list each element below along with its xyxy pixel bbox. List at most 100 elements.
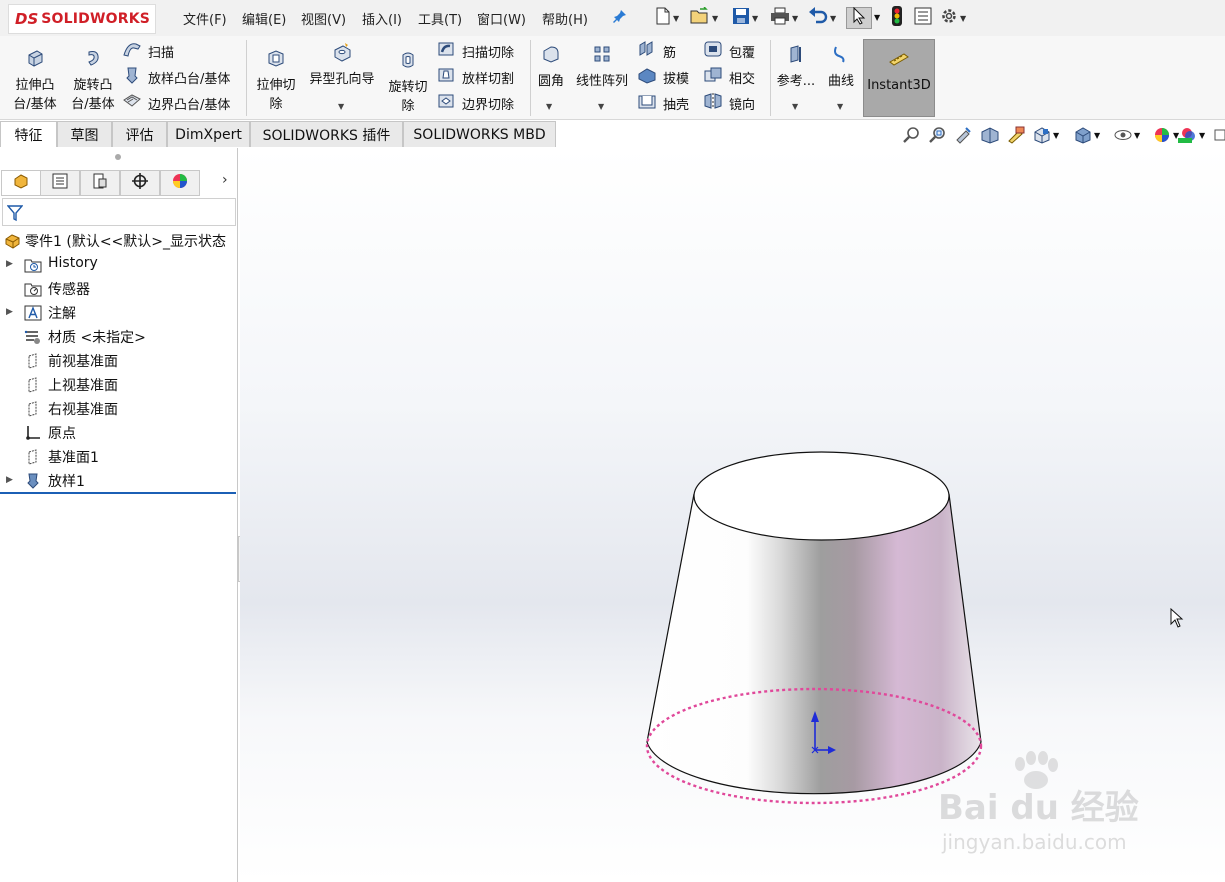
sweep-icon [122,40,142,62]
feature-manager-icon [12,172,30,194]
tree-item-sensors[interactable]: 传感器 [0,277,238,299]
linear-pattern-dropdown-icon[interactable]: ▼ [598,102,604,111]
tab-solidworks-mbd[interactable]: SOLIDWORKS MBD [403,121,556,147]
open-button[interactable]: ▼ [690,6,718,29]
panel-grip-dot[interactable] [115,154,121,160]
menu-file[interactable]: 文件(F) [183,9,227,28]
rollback-bar[interactable] [0,492,236,494]
sweep-cut-button[interactable]: 扫描切除 [436,40,514,62]
new-document-button[interactable]: ▼ [655,7,679,29]
menu-help[interactable]: 帮助(H) [542,9,588,28]
display-style-icon[interactable]: ▼ [1073,124,1100,146]
graphics-area[interactable]: Bai du 经验 jingyan.baidu.com [240,148,1225,882]
revolve-cut-button[interactable]: 旋转切 除 [382,50,434,116]
select-dropdown-icon[interactable]: ▼ [874,13,880,22]
configuration-manager-icon [91,172,109,194]
extrude-cut-button[interactable]: 拉伸切 除 [250,48,302,114]
rebuild-traffic-light-icon [891,6,903,30]
menu-view[interactable]: 视图(V) [301,9,346,28]
boundary-cut-label: 边界切除 [462,97,515,113]
extrude-boss-icon [6,48,64,74]
tab-solidworks-addins[interactable]: SOLIDWORKS 插件 [250,121,403,147]
intersect-button[interactable]: 相交 [703,66,755,88]
pin-icon[interactable] [612,8,628,28]
dynamic-annotation-icon[interactable] [1006,124,1026,146]
panel-tabs-more-icon[interactable]: › [222,172,228,188]
section-view-icon[interactable] [980,124,1000,146]
tab-evaluate[interactable]: 评估 [112,121,167,147]
options-button[interactable]: ▼ [940,7,966,29]
hole-wizard-button[interactable]: 异型孔向导 [304,42,380,89]
hide-show-items-icon[interactable]: ▼ [1113,124,1140,146]
boundary-boss-button[interactable]: 边界凸台/基体 [122,92,230,114]
tree-item-material[interactable]: 材质 <未指定> [0,325,238,347]
instant3d-button[interactable]: Instant3D [863,39,935,117]
tab-dimxpert[interactable]: DimXpert [167,121,250,147]
tree-item-front-plane[interactable]: 前视基准面 [0,349,238,371]
rebuild-button[interactable] [891,6,903,30]
tree-item-top-plane[interactable]: 上视基准面 [0,373,238,395]
reference-dropdown-icon[interactable]: ▼ [792,102,798,111]
zoom-to-area-icon[interactable] [928,124,946,146]
tree-item-annotations[interactable]: ▶ 注解 [0,301,238,323]
shell-button[interactable]: 抽壳 [637,92,689,114]
expand-arrow-icon[interactable]: ▶ [6,307,13,317]
tree-item-history[interactable]: ▶ History [0,253,238,275]
menu-edit[interactable]: 编辑(E) [242,9,286,28]
tab-features[interactable]: 特征 [0,121,57,147]
plane-icon [24,376,42,393]
linear-pattern-button[interactable]: 线性阵列 [571,44,633,91]
solidworks-logo[interactable]: DS SOLIDWORKS [8,4,156,34]
expand-arrow-icon[interactable]: ▶ [6,475,13,485]
expand-arrow-icon[interactable]: ▶ [6,259,13,269]
sweep-button[interactable]: 扫描 [122,40,174,62]
tab-property-manager[interactable] [40,170,80,196]
tree-item-plane1[interactable]: 基准面1 [0,445,238,467]
loft-cut-button[interactable]: 放样切割 [436,66,514,88]
tab-dimxpert-manager[interactable] [120,170,160,196]
fillet-button[interactable]: 圆角 [534,44,568,91]
reference-geometry-button[interactable]: 参考... [774,44,818,91]
previous-view-icon[interactable] [954,124,972,146]
select-button[interactable] [846,6,872,29]
hole-wizard-dropdown-icon[interactable]: ▼ [338,102,344,111]
undo-button[interactable]: ▼ [808,7,836,29]
boundary-cut-button[interactable]: 边界切除 [436,92,514,114]
tab-feature-manager[interactable] [1,170,41,196]
draft-button[interactable]: 拔模 [637,66,689,88]
tab-display-manager[interactable] [160,170,200,196]
intersect-icon [703,66,723,88]
loft-boss-button[interactable]: 放样凸台/基体 [122,66,230,88]
tab-configuration-manager[interactable] [80,170,120,196]
revolve-boss-button[interactable]: 旋转凸 台/基体 [64,48,122,114]
file-properties-button[interactable] [914,7,932,29]
fillet-dropdown-icon[interactable]: ▼ [546,102,552,111]
zoom-to-fit-icon[interactable] [902,124,920,146]
apply-scene-icon[interactable]: ▼ [1176,124,1205,146]
tab-sketch[interactable]: 草图 [57,121,112,147]
view-settings-icon[interactable] [1213,124,1225,146]
rib-button[interactable]: 筋 [637,40,676,62]
curves-button[interactable]: 曲线 [822,44,860,91]
extrude-boss-button[interactable]: 拉伸凸 台/基体 [6,48,64,114]
curves-dropdown-icon[interactable]: ▼ [837,102,843,111]
fillet-icon [534,44,568,70]
menu-insert[interactable]: 插入(I) [362,9,402,28]
save-button[interactable]: ▼ [732,7,758,29]
tree-filter-box[interactable] [2,198,236,226]
view-orientation-icon[interactable]: ▼ [1032,124,1059,146]
mirror-button[interactable]: 镜向 [703,92,755,114]
menu-tools[interactable]: 工具(T) [418,9,462,28]
wrap-button[interactable]: 包覆 [703,40,755,62]
tree-item-origin[interactable]: 原点 [0,421,238,443]
mouse-pointer-icon [1170,607,1184,632]
revolve-cut-icon [382,50,434,76]
sensors-icon [24,280,42,297]
loft-boss-label: 放样凸台/基体 [148,71,231,87]
history-folder-icon [24,256,42,273]
tree-item-loft1[interactable]: ▶ 放样1 [0,469,238,491]
tree-root-part[interactable]: 零件1 (默认<<默认>_显示状态 [0,229,238,251]
tree-item-right-plane[interactable]: 右视基准面 [0,397,238,419]
print-button[interactable]: ▼ [770,7,798,29]
menu-window[interactable]: 窗口(W) [477,9,526,28]
